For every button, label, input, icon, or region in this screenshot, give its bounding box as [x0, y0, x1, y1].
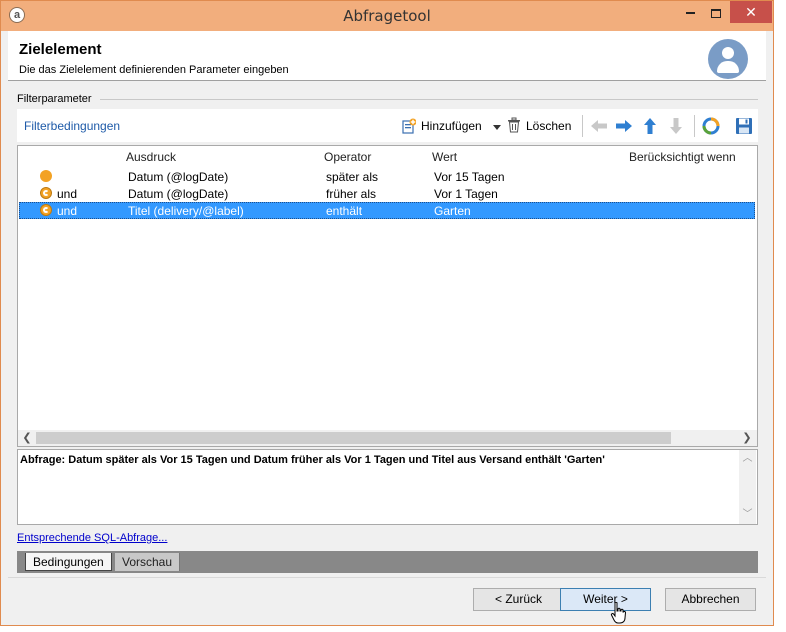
row-operator: enthält [326, 204, 363, 218]
row-expression: Titel (delivery/@label) [128, 204, 244, 218]
query-summary: Abfrage: Datum später als Vor 15 Tagen u… [17, 449, 758, 525]
column-header-value[interactable]: Wert [432, 150, 457, 164]
row-expression: Datum (@logDate) [128, 187, 229, 201]
arrow-up-icon[interactable] [640, 116, 660, 136]
tab-preview[interactable]: Vorschau [115, 553, 181, 571]
refresh-icon[interactable] [701, 116, 721, 136]
row-value: Garten [434, 204, 471, 218]
scroll-down-icon[interactable]: ﹀ [739, 507, 756, 523]
linked-condition-icon [40, 187, 52, 199]
close-button[interactable]: ✕ [730, 1, 772, 23]
row-expression: Datum (@logDate) [128, 170, 229, 184]
add-dropdown-chevron-down-icon[interactable] [493, 125, 501, 130]
cancel-button[interactable]: Abbrechen [665, 588, 756, 611]
tab-bar: Bedingungen Vorschau [17, 551, 758, 573]
arrow-right-icon[interactable] [614, 116, 634, 136]
row-connector: und [57, 204, 78, 218]
row-value: Vor 1 Tagen [434, 187, 498, 201]
scroll-left-icon[interactable]: ❮ [19, 430, 35, 446]
column-header-condition[interactable]: Berücksichtigt wenn [629, 150, 736, 164]
table-row[interactable]: Datum (@logDate) später als Vor 15 Tagen [19, 168, 755, 185]
filter-conditions-link[interactable]: Filterbedingungen [24, 119, 120, 133]
conditions-grid[interactable]: Ausdruck Operator Wert Berücksichtigt we… [17, 145, 758, 447]
table-row[interactable]: und Datum (@logDate) früher als Vor 1 Ta… [19, 185, 755, 202]
save-icon[interactable] [734, 116, 754, 136]
add-icon[interactable] [402, 118, 416, 134]
query-summary-text: Abfrage: Datum später als Vor 15 Tagen u… [20, 454, 605, 466]
scroll-up-icon[interactable]: ︿ [739, 451, 756, 467]
row-connector: und [57, 187, 78, 201]
row-value: Vor 15 Tagen [434, 170, 505, 184]
row-operator: später als [326, 170, 379, 184]
column-header-expression[interactable]: Ausdruck [126, 150, 176, 164]
group-divider [100, 99, 758, 100]
dialog-content: Zielelement Die das Zielelement definier… [8, 31, 766, 624]
tab-conditions[interactable]: Bedingungen [25, 553, 112, 571]
maximize-button[interactable] [703, 1, 729, 23]
arrow-down-icon[interactable] [666, 116, 686, 136]
toolbar-separator [582, 115, 583, 137]
maximize-icon [711, 8, 721, 18]
back-button[interactable]: < Zurück [473, 588, 564, 611]
toolbar-separator [694, 115, 695, 137]
wizard-header: Zielelement Die das Zielelement definier… [8, 31, 766, 81]
minimize-button[interactable] [677, 1, 703, 23]
page-title: Zielelement [19, 41, 102, 58]
row-operator: früher als [326, 187, 377, 201]
condition-status-icon [40, 170, 52, 182]
dialog-window: a Abfragetool ✕ Zielelement Die das Ziel… [0, 0, 774, 626]
close-icon: ✕ [745, 4, 757, 20]
sql-query-link[interactable]: Entsprechende SQL-Abfrage... [17, 532, 167, 544]
column-header-operator[interactable]: Operator [324, 150, 371, 164]
linked-condition-icon [40, 204, 52, 216]
page-subtitle: Die das Zielelement definierenden Parame… [19, 64, 289, 76]
footer-divider [8, 577, 766, 578]
title-bar[interactable]: a Abfragetool ✕ [1, 1, 773, 31]
minimize-icon [685, 12, 695, 15]
user-avatar-icon [708, 39, 748, 79]
add-button[interactable]: Hinzufügen [421, 116, 482, 136]
scroll-right-icon[interactable]: ❯ [739, 430, 755, 446]
next-button[interactable]: Weiter > [560, 588, 651, 611]
arrow-left-icon[interactable] [589, 116, 609, 136]
trash-icon[interactable] [507, 117, 521, 133]
horizontal-scroll-thumb[interactable] [36, 432, 671, 444]
table-row-selected[interactable]: und Titel (delivery/@label) enthält Gart… [19, 202, 755, 219]
horizontal-scrollbar[interactable]: ❮ ❯ [18, 430, 757, 446]
delete-button[interactable]: Löschen [526, 116, 571, 136]
filter-toolbar: Filterbedingungen Hinzufügen Löschen [17, 109, 758, 142]
window-title: Abfragetool [343, 7, 431, 25]
vertical-scrollbar[interactable]: ︿ ﹀ [739, 450, 756, 524]
mouse-cursor-icon [610, 602, 626, 624]
filter-group-label: Filterparameter [17, 93, 95, 105]
